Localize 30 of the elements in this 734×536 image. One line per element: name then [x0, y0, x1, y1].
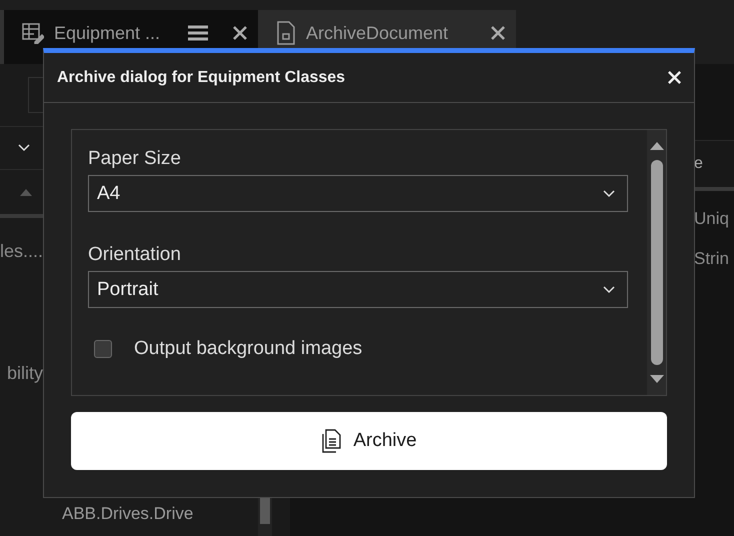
close-icon [232, 25, 248, 41]
chevron-down-icon [603, 190, 615, 198]
chevron-down-icon [603, 286, 615, 294]
list-item-text: ABB.Drives.Drive [61, 504, 194, 525]
table-edit-icon [22, 22, 44, 44]
document-icon [276, 21, 296, 45]
chevron-down-icon [18, 144, 30, 152]
scrollbar-thumb[interactable] [650, 160, 662, 365]
scroll-down-icon[interactable] [650, 375, 664, 383]
documents-icon [321, 429, 342, 453]
field-label: Paper Size [88, 148, 182, 170]
archive-button[interactable]: Archive [71, 412, 667, 470]
field-label: Orientation [88, 244, 182, 266]
close-icon [490, 25, 506, 41]
menu-icon[interactable] [188, 25, 208, 41]
checkbox[interactable] [94, 340, 112, 358]
dropdown[interactable]: A4 [88, 175, 628, 212]
list-item-text: les.... [0, 240, 43, 262]
scroll-up-icon[interactable] [650, 142, 664, 150]
column-header: e [694, 155, 704, 173]
dropdown[interactable]: Portrait [88, 271, 628, 308]
checkbox-label: Output background images [134, 338, 362, 360]
list-item-text: bility [6, 362, 43, 384]
table-cell-text: Strin [694, 248, 730, 269]
dialog-title: Archive dialog for Equipment Classes [57, 68, 346, 86]
scrollbar[interactable] [647, 130, 666, 395]
table-cell-text: Uniq [694, 208, 730, 229]
sort-up-icon [20, 188, 32, 196]
close-icon [667, 70, 682, 85]
close-button[interactable] [667, 70, 682, 85]
